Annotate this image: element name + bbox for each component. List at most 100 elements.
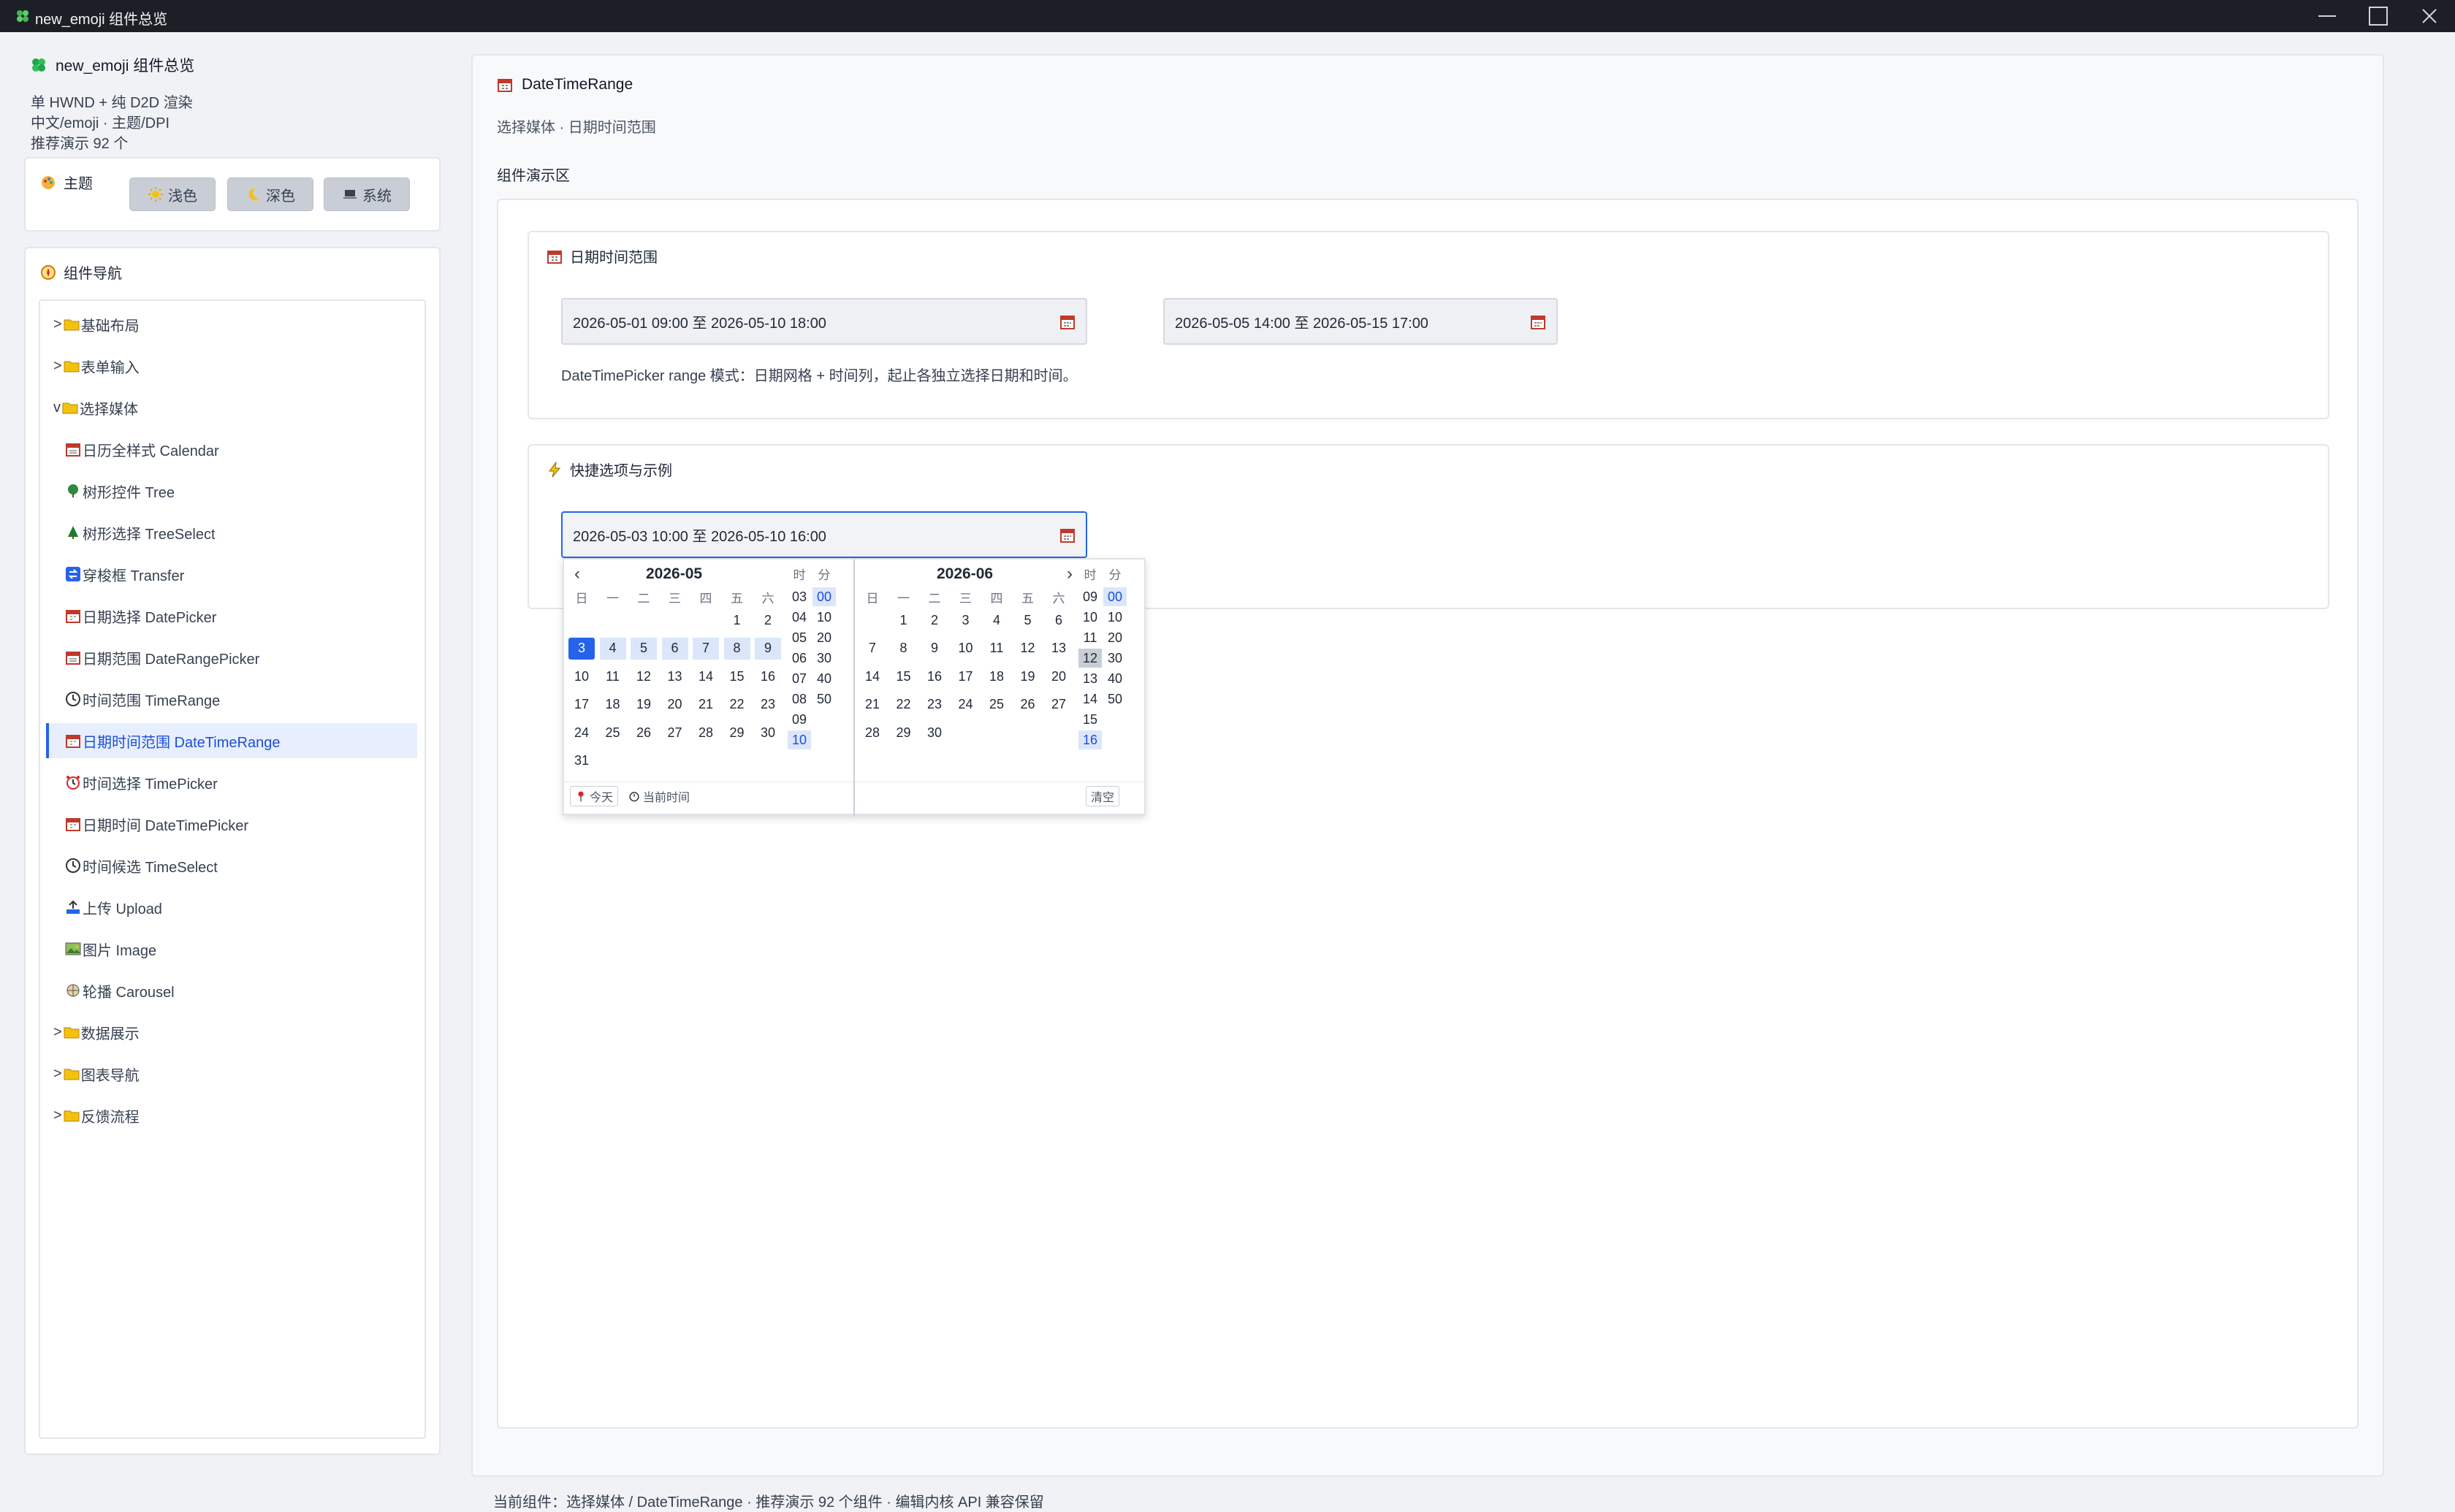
- hour-option[interactable]: 07: [788, 669, 811, 688]
- calendar-icon[interactable]: [1530, 314, 1546, 330]
- calendar-day[interactable]: 16: [921, 665, 948, 687]
- hour-option[interactable]: 03: [788, 587, 811, 606]
- calendar-day[interactable]: 27: [662, 722, 688, 744]
- calendar-day[interactable]: 30: [921, 722, 948, 744]
- calendar-day[interactable]: 22: [724, 694, 750, 716]
- calendar-day[interactable]: 19: [631, 694, 657, 716]
- clear-button[interactable]: 清空: [1086, 786, 1120, 806]
- nav-group-1[interactable]: > 表单输入: [53, 348, 140, 383]
- calendar-day[interactable]: 18: [600, 694, 626, 716]
- calendar-day[interactable]: 20: [662, 694, 688, 716]
- nav-list[interactable]: > 基础布局 > 表单输入 v 选择媒体 日历全样式 Calendar 树形控件 Tree 树形…: [39, 299, 426, 1439]
- nav-item-11[interactable]: 时间选择 TimePicker: [65, 765, 430, 800]
- minute-option[interactable]: 20: [812, 628, 836, 647]
- datetime-range-input-2[interactable]: 2026-05-05 14:00 至 2026-05-15 17:00: [1163, 298, 1558, 345]
- calendar-day[interactable]: 7: [859, 638, 886, 660]
- nav-item-16[interactable]: 轮播 Carousel: [65, 973, 430, 1008]
- hour-option[interactable]: 08: [788, 690, 811, 709]
- close-button[interactable]: [2404, 0, 2455, 32]
- calendar-day[interactable]: 6: [661, 637, 688, 660]
- calendar-day[interactable]: 3: [568, 637, 595, 660]
- calendar-day[interactable]: 27: [1046, 694, 1072, 716]
- calendar-day[interactable]: 9: [921, 638, 948, 660]
- calendar-day[interactable]: 4: [983, 609, 1010, 631]
- calendar-day[interactable]: 15: [891, 665, 917, 687]
- calendar-day[interactable]: 13: [1046, 638, 1072, 660]
- theme-system-button[interactable]: 系统: [324, 177, 410, 211]
- calendar-day[interactable]: 1: [724, 609, 750, 631]
- calendar-day[interactable]: 5: [1015, 609, 1041, 631]
- calendar-day[interactable]: 23: [755, 694, 781, 716]
- calendar-day[interactable]: 24: [568, 722, 595, 744]
- calendar-day[interactable]: 15: [724, 665, 750, 687]
- nav-item-5[interactable]: 树形选择 TreeSelect: [65, 515, 430, 550]
- nav-group-0[interactable]: > 基础布局: [53, 307, 140, 342]
- minute-option[interactable]: 30: [1103, 649, 1127, 668]
- hour-option[interactable]: 15: [1078, 710, 1102, 729]
- minute-option[interactable]: 00: [1103, 587, 1127, 606]
- calendar-day[interactable]: 31: [568, 750, 595, 772]
- datetime-range-input-3[interactable]: 2026-05-03 10:00 至 2026-05-10 16:00: [561, 511, 1087, 558]
- calendar-day[interactable]: 28: [693, 722, 719, 744]
- nav-item-13[interactable]: 时间候选 TimeSelect: [65, 848, 430, 883]
- minute-option[interactable]: 40: [1103, 669, 1127, 688]
- nav-group-18[interactable]: > 图表导航: [53, 1056, 140, 1091]
- calendar-day[interactable]: 11: [600, 665, 626, 687]
- minute-option[interactable]: 40: [812, 669, 836, 688]
- minute-option[interactable]: 10: [1103, 608, 1127, 627]
- calendar-day[interactable]: 17: [568, 694, 595, 716]
- calendar-day[interactable]: 29: [724, 722, 750, 744]
- calendar-day[interactable]: 14: [693, 665, 719, 687]
- nav-item-7[interactable]: 日期选择 DatePicker: [65, 598, 430, 633]
- calendar-day[interactable]: 11: [983, 638, 1010, 660]
- calendar-day[interactable]: 12: [631, 665, 657, 687]
- hour-option[interactable]: 14: [1078, 690, 1102, 709]
- calendar-day[interactable]: 8: [723, 637, 750, 660]
- hour-option[interactable]: 04: [788, 608, 811, 627]
- hour-option[interactable]: 10: [1078, 608, 1102, 627]
- calendar-day[interactable]: 13: [662, 665, 688, 687]
- calendar-day[interactable]: 8: [891, 638, 917, 660]
- calendar-icon[interactable]: [1059, 527, 1076, 543]
- calendar-day[interactable]: 18: [983, 665, 1010, 687]
- calendar-day[interactable]: 2: [755, 609, 781, 631]
- nav-item-12[interactable]: 日期时间 DateTimePicker: [65, 806, 430, 841]
- nav-item-6[interactable]: 穿梭框 Transfer: [65, 557, 430, 592]
- calendar-day[interactable]: 21: [693, 694, 719, 716]
- nav-item-14[interactable]: 上传 Upload: [65, 890, 430, 925]
- calendar-day[interactable]: 30: [755, 722, 781, 744]
- calendar-day[interactable]: 25: [983, 694, 1010, 716]
- calendar-day[interactable]: 10: [953, 638, 979, 660]
- calendar-day[interactable]: 28: [859, 722, 886, 744]
- calendar-day[interactable]: 1: [891, 609, 917, 631]
- hour-option[interactable]: 10: [788, 730, 811, 749]
- calendar-day[interactable]: 23: [921, 694, 948, 716]
- nav-item-15[interactable]: 图片 Image: [65, 931, 430, 966]
- now-button[interactable]: 当前时间: [624, 786, 695, 806]
- minute-option[interactable]: 10: [812, 608, 836, 627]
- hour-option[interactable]: 11: [1078, 628, 1102, 647]
- nav-item-4[interactable]: 树形控件 Tree: [65, 473, 430, 508]
- nav-item-10[interactable]: 日期时间范围 DateTimeRange: [46, 723, 417, 758]
- calendar-day[interactable]: 14: [859, 665, 886, 687]
- minute-option[interactable]: 00: [812, 587, 836, 606]
- hour-option[interactable]: 13: [1078, 669, 1102, 688]
- calendar-day[interactable]: 21: [859, 694, 886, 716]
- calendar-day[interactable]: 22: [891, 694, 917, 716]
- nav-group-2[interactable]: v 选择媒体: [53, 390, 138, 425]
- nav-group-19[interactable]: > 反馈流程: [53, 1098, 140, 1133]
- calendar-day[interactable]: 29: [891, 722, 917, 744]
- minute-option[interactable]: 50: [812, 690, 836, 709]
- hour-option[interactable]: 05: [788, 628, 811, 647]
- calendar-day[interactable]: 4: [599, 637, 626, 660]
- hour-option[interactable]: 06: [788, 649, 811, 668]
- maximize-button[interactable]: [2353, 0, 2404, 32]
- calendar-day[interactable]: 10: [568, 665, 595, 687]
- minimize-button[interactable]: [2302, 0, 2353, 32]
- minute-option[interactable]: 30: [812, 649, 836, 668]
- today-button[interactable]: 今天: [570, 786, 619, 806]
- calendar-day[interactable]: 25: [600, 722, 626, 744]
- nav-group-17[interactable]: > 数据展示: [53, 1015, 140, 1050]
- hour-option[interactable]: 09: [788, 710, 811, 729]
- calendar-day[interactable]: 3: [953, 609, 979, 631]
